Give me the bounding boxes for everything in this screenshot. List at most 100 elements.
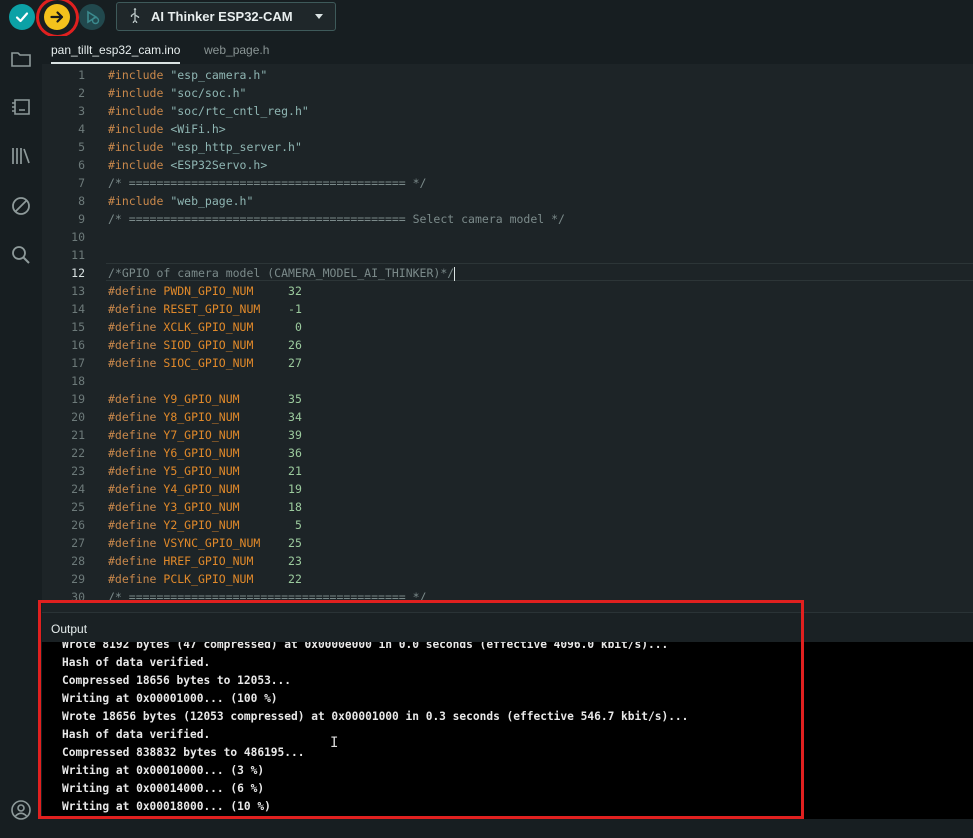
output-line: Compressed 838832 bytes to 486195...: [62, 746, 305, 759]
code-line: 24 #define Y4_GPIO_NUM 19: [42, 480, 973, 498]
output-console[interactable]: Wrote 8192 bytes (47 compressed) at 0x00…: [42, 642, 973, 838]
line-number: 4: [78, 122, 85, 136]
code-line: 27 #define VSYNC_GPIO_NUM 25: [42, 534, 973, 552]
macro-value: 23: [288, 554, 302, 568]
account-icon[interactable]: [8, 797, 34, 823]
code-line: 19 #define Y9_GPIO_NUM 35: [42, 390, 973, 408]
code-line: 26 #define Y2_GPIO_NUM 5: [42, 516, 973, 534]
output-line: Hash of data verified.: [62, 728, 211, 741]
comment: /* =====================================…: [108, 590, 427, 604]
text-cursor-icon: I: [330, 735, 339, 751]
comment: /* =====================================…: [108, 176, 427, 190]
macro-name: Y4_GPIO_NUM: [163, 482, 240, 496]
macro-name: Y7_GPIO_NUM: [163, 428, 240, 442]
boards-manager-icon[interactable]: [8, 94, 34, 120]
macro-value: -1: [288, 302, 302, 316]
code-line: 28 #define HREF_GPIO_NUM 23: [42, 552, 973, 570]
line-number: 8: [78, 194, 85, 208]
include-path: "web_page.h": [163, 194, 254, 208]
preprocessor-keyword: #define: [108, 536, 164, 550]
line-source: #define Y2_GPIO_NUM 5: [108, 516, 302, 534]
output-line: Writing at 0x00001000... (100 %): [62, 692, 278, 705]
library-icon[interactable]: [8, 143, 34, 169]
preprocessor-keyword: #include: [108, 194, 164, 208]
macro-value: 21: [288, 464, 302, 478]
chevron-down-icon: [315, 14, 323, 19]
line-source: #define Y7_GPIO_NUM 39: [108, 426, 302, 444]
line-number: 21: [71, 428, 85, 442]
line-source: #include "soc/rtc_cntl_reg.h": [108, 102, 309, 120]
code-line: 6 #include <ESP32Servo.h>: [42, 156, 973, 174]
code-line: 29 #define PCLK_GPIO_NUM 22: [42, 570, 973, 588]
macro-name: Y3_GPIO_NUM: [163, 500, 240, 514]
tab-web-page-h[interactable]: web_page.h: [195, 36, 278, 64]
line-source: #define Y9_GPIO_NUM 35: [108, 390, 302, 408]
line-source: #include "web_page.h": [108, 192, 253, 210]
debug-button[interactable]: [79, 4, 105, 30]
macro-value: 39: [288, 428, 302, 442]
preprocessor-keyword: #include: [108, 104, 164, 118]
code-line: 5 #include "esp_http_server.h": [42, 138, 973, 156]
line-source: #define RESET_GPIO_NUM -1: [108, 300, 302, 318]
macro-value: 34: [288, 410, 302, 424]
line-number: 25: [71, 500, 85, 514]
code-line: 22 #define Y6_GPIO_NUM 36: [42, 444, 973, 462]
macro-name: VSYNC_GPIO_NUM: [163, 536, 261, 550]
verify-button[interactable]: [9, 4, 35, 30]
code-line: 23 #define Y5_GPIO_NUM 21: [42, 462, 973, 480]
line-number: 16: [71, 338, 85, 352]
macro-name: Y6_GPIO_NUM: [163, 446, 240, 460]
line-number: 13: [71, 284, 85, 298]
preprocessor-keyword: #define: [108, 302, 164, 316]
code-line: 3 #include "soc/rtc_cntl_reg.h": [42, 102, 973, 120]
include-path: <ESP32Servo.h>: [163, 158, 268, 172]
code-line: 9 /* ====================================…: [42, 210, 973, 228]
debug-icon[interactable]: [8, 193, 34, 219]
board-selector[interactable]: AI Thinker ESP32-CAM: [116, 2, 336, 31]
code-editor[interactable]: 1 #include "esp_camera.h" 2 #include "soc/s…: [42, 64, 973, 612]
toolbar: AI Thinker ESP32-CAM: [0, 0, 973, 38]
line-number: 18: [71, 374, 85, 388]
macro-name: PCLK_GPIO_NUM: [163, 572, 254, 586]
search-icon[interactable]: [8, 242, 34, 268]
line-number: 27: [71, 536, 85, 550]
code-line: 1 #include "esp_camera.h": [42, 66, 973, 84]
code-line: 16 #define SIOD_GPIO_NUM 26: [42, 336, 973, 354]
line-number: 1: [78, 68, 85, 82]
macro-value: 35: [288, 392, 302, 406]
code-line: 15 #define XCLK_GPIO_NUM 0: [42, 318, 973, 336]
macro-value: 26: [288, 338, 302, 352]
macro-value: 25: [288, 536, 302, 550]
usb-icon: [129, 7, 151, 27]
upload-highlight-circle: [36, 0, 79, 38]
tab-main-sketch[interactable]: pan_tillt_esp32_cam.ino: [42, 36, 189, 64]
folder-icon[interactable]: [8, 46, 34, 72]
code-line: 21 #define Y7_GPIO_NUM 39: [42, 426, 973, 444]
macro-name: RESET_GPIO_NUM: [163, 302, 261, 316]
preprocessor-keyword: #define: [108, 356, 164, 370]
code-line: 7 /* ====================================…: [42, 174, 973, 192]
line-source: /* =====================================…: [108, 210, 565, 228]
code-line: 18: [42, 372, 973, 390]
macro-value: 22: [288, 572, 302, 586]
preprocessor-keyword: #define: [108, 554, 164, 568]
output-title: Output: [51, 622, 88, 636]
line-number: 10: [71, 230, 85, 244]
preprocessor-keyword: #define: [108, 410, 164, 424]
line-number: 30: [71, 590, 85, 604]
preprocessor-keyword: #define: [108, 518, 164, 532]
preprocessor-keyword: #include: [108, 122, 164, 136]
preprocessor-keyword: #define: [108, 464, 164, 478]
line-source: #define XCLK_GPIO_NUM 0: [108, 318, 302, 336]
debugger-icon: [87, 10, 100, 25]
code-line: 17 #define SIOC_GPIO_NUM 27: [42, 354, 973, 372]
line-source: #define Y4_GPIO_NUM 19: [108, 480, 302, 498]
preprocessor-keyword: #define: [108, 428, 164, 442]
line-source: /* =====================================…: [108, 588, 427, 606]
